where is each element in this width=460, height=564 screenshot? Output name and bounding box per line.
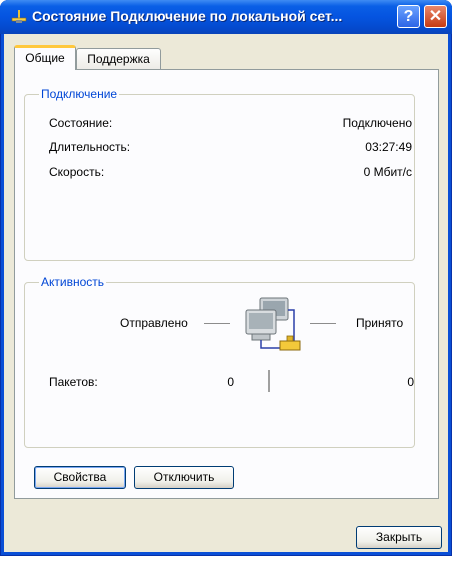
speed-value: 0 Мбит/с [363, 165, 412, 179]
packets-label: Пакетов: [49, 375, 98, 389]
dialog-window: Состояние Подключение по локальной сет..… [0, 0, 452, 556]
duration-value: 03:27:49 [365, 140, 412, 154]
sent-line [204, 323, 230, 324]
activity-group [24, 282, 415, 448]
close-button[interactable]: Закрыть [356, 526, 442, 549]
network-connection-icon [11, 10, 27, 23]
close-window-button[interactable]: ✕ [424, 5, 447, 28]
status-value: Подключено [342, 116, 412, 130]
activity-legend: Активность [39, 275, 107, 289]
window-title: Состояние Подключение по локальной сет..… [32, 8, 343, 24]
tab-general[interactable]: Общие [14, 45, 76, 70]
sent-label: Отправлено [120, 316, 188, 330]
connection-legend: Подключение [39, 87, 120, 101]
tab-support[interactable]: Поддержка [76, 48, 161, 70]
packets-separator [268, 370, 270, 392]
status-label: Состояние: [49, 116, 113, 130]
received-line [310, 323, 336, 324]
packets-received-value: 0 [407, 375, 414, 389]
disconnect-button[interactable]: Отключить [134, 466, 234, 489]
properties-button[interactable]: Свойства [34, 466, 126, 489]
network-computers-icon [245, 297, 301, 351]
title-bar[interactable]: Состояние Подключение по локальной сет..… [0, 0, 452, 34]
dialog-client-area: Общие Поддержка Подключение Состояние: П… [4, 34, 448, 552]
help-button[interactable]: ? [397, 5, 420, 28]
received-label: Принято [356, 316, 404, 330]
duration-label: Длительность: [49, 140, 131, 154]
packets-sent-value: 0 [227, 375, 234, 389]
speed-label: Скорость: [49, 165, 105, 179]
